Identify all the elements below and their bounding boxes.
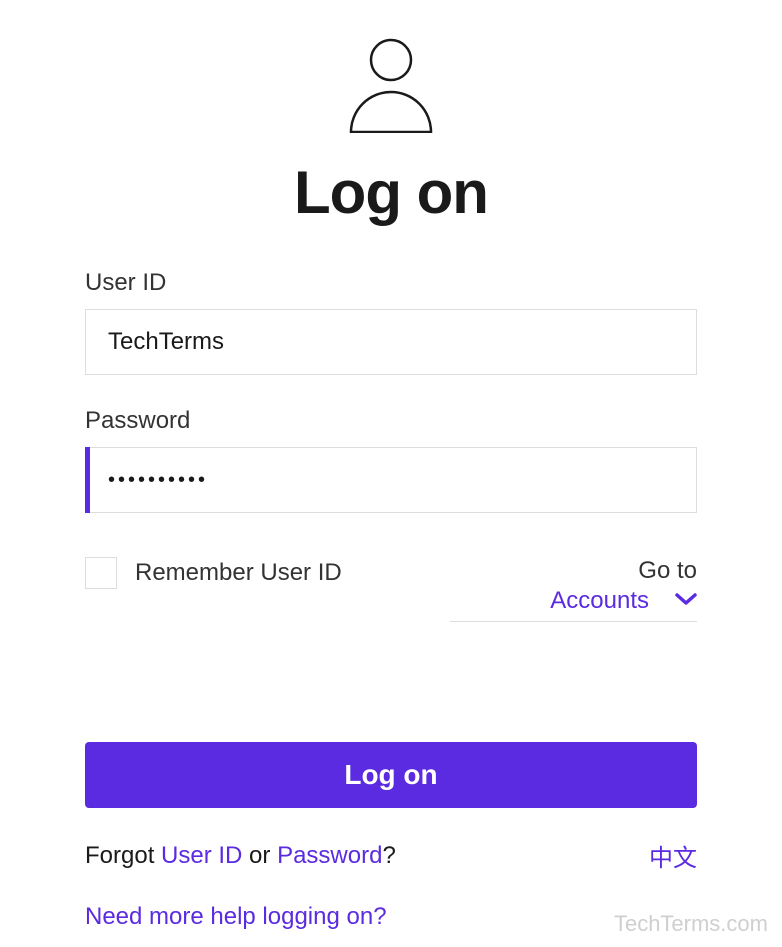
links-row: Forgot User ID or Password? 中文 — [85, 838, 697, 873]
chevron-down-icon — [675, 592, 697, 611]
password-input[interactable] — [85, 447, 697, 513]
language-link[interactable]: 中文 — [649, 838, 697, 873]
logon-button[interactable]: Log on — [85, 742, 697, 808]
goto-value: Accounts — [550, 587, 649, 615]
user-icon-wrap — [85, 38, 697, 133]
remember-wrap: Remember User ID — [85, 557, 342, 589]
page-title: Log on — [85, 158, 697, 227]
options-row: Remember User ID Go to Accounts — [85, 557, 697, 622]
user-id-input[interactable] — [85, 309, 697, 375]
watermark: TechTerms.com — [614, 911, 768, 937]
goto-wrap: Go to Accounts — [450, 557, 697, 622]
forgot-suffix: ? — [382, 842, 395, 869]
remember-checkbox[interactable] — [85, 557, 117, 589]
forgot-password-link[interactable]: Password — [277, 842, 382, 869]
forgot-text: Forgot User ID or Password? — [85, 842, 396, 870]
goto-select[interactable]: Accounts — [450, 587, 697, 622]
forgot-prefix: Forgot — [85, 842, 161, 869]
help-link[interactable]: Need more help logging on? — [85, 903, 387, 931]
user-icon — [345, 38, 437, 133]
user-id-group: User ID — [85, 269, 697, 375]
user-id-label: User ID — [85, 269, 697, 297]
password-label: Password — [85, 407, 697, 435]
remember-label: Remember User ID — [135, 559, 342, 587]
goto-label: Go to — [450, 557, 697, 585]
password-group: Password — [85, 407, 697, 513]
forgot-userid-link[interactable]: User ID — [161, 842, 242, 869]
login-form: Log on User ID Password Remember User ID… — [0, 0, 782, 931]
forgot-middle: or — [242, 842, 277, 869]
password-input-wrap — [85, 447, 697, 513]
